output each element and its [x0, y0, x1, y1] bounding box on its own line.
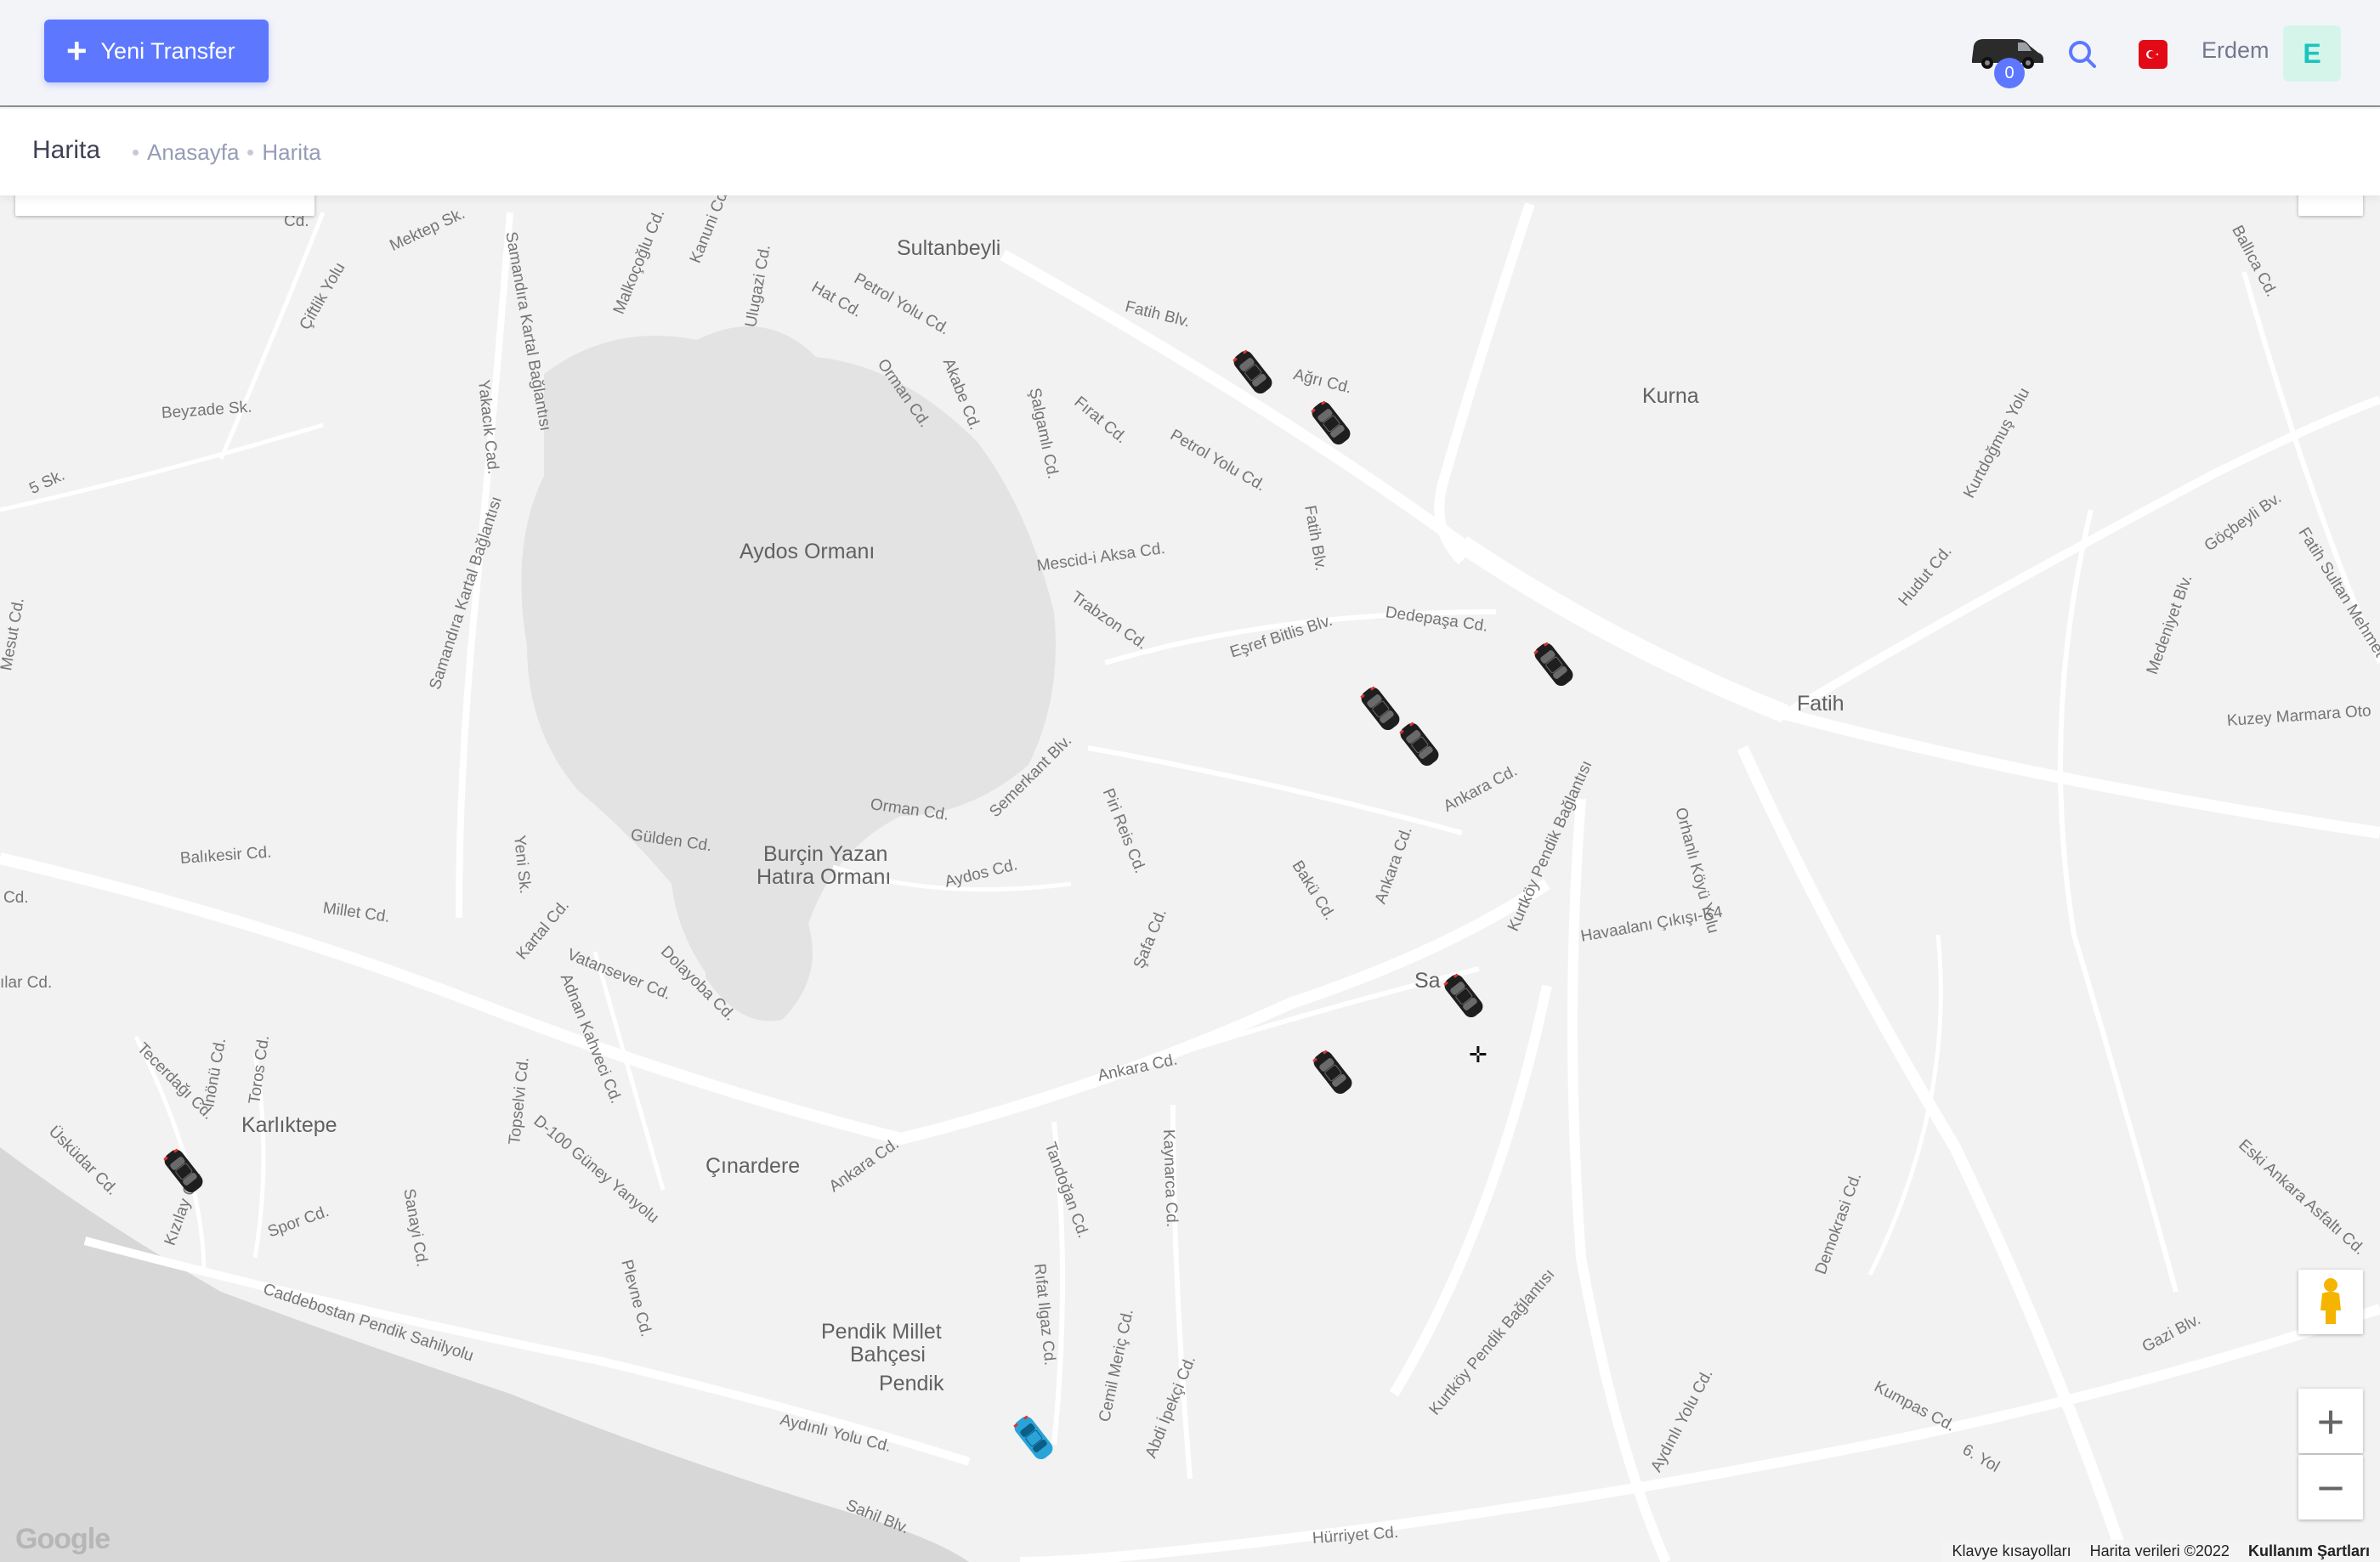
- fullscreen-button[interactable]: [2298, 195, 2363, 216]
- top-header: + Yeni Transfer 0 Erdem E: [0, 0, 2380, 107]
- user-name[interactable]: Erdem: [2202, 37, 2270, 64]
- map-street-label: ılar Cd.: [0, 974, 53, 992]
- search-icon[interactable]: [2066, 37, 2100, 71]
- map-street-label: Cd.: [3, 889, 29, 907]
- new-transfer-label: Yeni Transfer: [100, 37, 235, 64]
- map-area-label: Hatıra Ormanı: [756, 865, 892, 889]
- breadcrumb-current[interactable]: Harita: [262, 139, 320, 166]
- minus-icon: −: [2316, 1460, 2345, 1514]
- map-area-label: Sa: [1414, 969, 1441, 993]
- map-type-control[interactable]: [15, 195, 314, 216]
- page-title: Harita: [32, 136, 101, 164]
- map-area-label: Burçin Yazan: [763, 842, 888, 866]
- avatar[interactable]: E: [2283, 25, 2341, 82]
- subheader: Harita Anasayfa Harita: [0, 109, 2380, 195]
- map-area-label: Pendik Millet: [821, 1320, 942, 1344]
- breadcrumb: Anasayfa Harita: [133, 139, 321, 166]
- turkish-flag-icon[interactable]: [2139, 40, 2168, 69]
- breadcrumb-separator: [247, 150, 254, 156]
- map-area-label: Pendik: [879, 1372, 944, 1395]
- vehicle-count-badge: 0: [1994, 58, 2025, 88]
- map-data-credit: Harita verileri ©2022: [2089, 1542, 2230, 1559]
- keyboard-shortcuts-link[interactable]: Klavye kısayolları: [1952, 1542, 2071, 1560]
- map-area-label: Aydos Ormanı: [740, 540, 876, 563]
- map-area-label: Fatih: [1797, 692, 1844, 716]
- plus-icon: +: [66, 31, 88, 71]
- vehicles-button[interactable]: 0: [1969, 34, 2045, 88]
- zoom-in-button[interactable]: +: [2298, 1389, 2363, 1453]
- map-street-label: Kaynarca Cd.: [1159, 1129, 1182, 1228]
- breadcrumb-separator: [133, 150, 139, 156]
- map-area-label: Bahçesi: [850, 1343, 926, 1367]
- plus-icon: +: [2316, 1394, 2345, 1448]
- google-logo: Google: [15, 1523, 110, 1555]
- street-view-pegman-icon[interactable]: [2298, 1270, 2363, 1334]
- map-canvas[interactable]: Sultanbeyli Kurna Aydos Ormanı Fatih Burçin …: [0, 195, 2380, 1562]
- breadcrumb-home[interactable]: Anasayfa: [147, 139, 239, 166]
- map-area-label: Çınardere: [706, 1154, 801, 1178]
- map-area-label: Karlıktepe: [241, 1113, 337, 1137]
- map-area-label: Sultanbeyli: [897, 236, 1001, 260]
- map-area-label: Kurna: [1642, 384, 1699, 408]
- zoom-out-button[interactable]: −: [2298, 1455, 2363, 1520]
- crosshair-cursor-icon: ✛: [1469, 1042, 1488, 1067]
- map-attribution: Klavye kısayolları Harita verileri ©2022…: [1941, 1540, 2380, 1562]
- terms-of-use-link[interactable]: Kullanım Şartları: [2248, 1542, 2370, 1560]
- new-transfer-button[interactable]: + Yeni Transfer: [44, 20, 269, 82]
